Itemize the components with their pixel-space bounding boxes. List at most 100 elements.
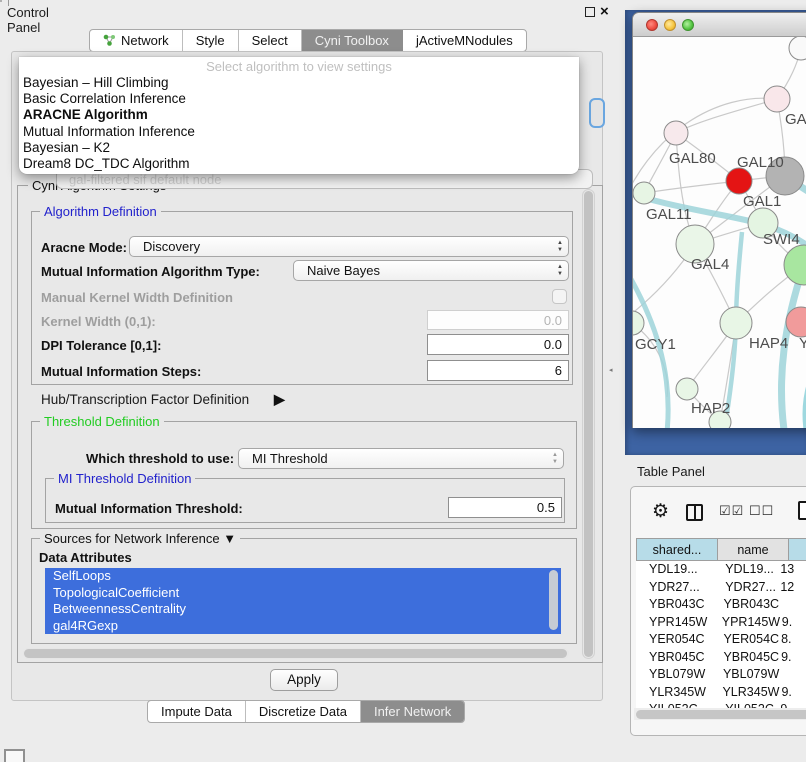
column-header-name[interactable]: name [718,538,789,561]
node-label: GAL [785,111,806,128]
table-row[interactable]: YDL19... YDL19... 13 [636,561,806,579]
network-canvas[interactable]: GAL80 GAL10 GAL11 GAL1 SWI4 GAL4 GCY1 HA… [633,37,806,428]
column-header-clipped[interactable] [789,538,806,561]
algorithm-option[interactable]: Bayesian – K2 [19,140,579,156]
column-layout-icon[interactable] [686,504,703,521]
table-body[interactable]: YDL19... YDL19... 13 YDR27... YDR27... 1… [636,561,806,708]
algorithm-option-selected[interactable]: ARACNE Algorithm [19,107,579,123]
bottom-corner-panel-icon[interactable] [4,749,25,762]
cell-shared: YDR27... [636,579,712,597]
table-row[interactable]: YPR145W YPR145W 9. [636,614,806,632]
tab-jactivemnodules[interactable]: jActiveMNodules [403,30,526,51]
node-label: HAP4 [749,335,788,352]
tab-network[interactable]: Network [90,30,183,51]
splitter-handle-icon[interactable]: ◂ [609,366,613,374]
cell-name: YDL19... [712,561,778,579]
cell-value [779,596,806,614]
node-gal11[interactable] [633,182,655,204]
dpi-tolerance-field[interactable]: 0.0 [427,334,569,355]
deselect-all-checkboxes-icon[interactable]: ☐☐ [749,503,774,519]
focused-button-sliver[interactable] [589,98,605,128]
new-table-icon[interactable] [798,501,806,520]
cell-name: YLR345W [709,684,779,702]
aracne-mode-label: Aracne Mode: [41,240,127,255]
manual-kernel-checkbox[interactable] [552,289,567,304]
table-header-row: shared... name [636,538,806,561]
kernel-width-value: 0.0 [544,313,562,328]
which-threshold-combo[interactable]: MI Threshold ▲▼ [238,448,564,469]
node-unlabeled[interactable] [789,37,806,60]
table-panel-title: Table Panel [637,464,705,479]
attribute-item[interactable]: TopologicalCoefficient [45,585,561,602]
node-hap4[interactable] [720,307,752,339]
algorithm-option[interactable]: Dream8 DC_TDC Algorithm [19,156,579,172]
tab-select[interactable]: Select [239,30,302,51]
node-label: GAL11 [646,206,692,223]
settings-vertical-scrollbar[interactable] [582,189,595,659]
table-row[interactable]: YDR27... YDR27... 12 [636,579,806,597]
table-horizontal-scrollbar[interactable] [634,708,806,720]
mi-steps-field[interactable]: 6 [427,360,569,381]
sources-collapse-icon[interactable]: ▼ [223,531,236,546]
table-row[interactable]: YER054C YER054C 8. [636,631,806,649]
node-label: GAL10 [737,154,784,171]
sources-title-text: Sources for Network Inference [44,531,220,546]
minimize-traffic-light-icon[interactable] [664,19,676,31]
hub-expand-icon[interactable]: ▶ [274,391,285,408]
data-attributes-list[interactable]: SelfLoops TopologicalCoefficient Between… [45,568,561,634]
algorithm-option[interactable]: Bayesian – Hill Climbing [19,75,579,91]
mi-threshold-field[interactable]: 0.5 [448,497,562,518]
select-all-checkboxes-icon[interactable]: ☑☑ [719,503,744,519]
tab-label: jActiveMNodules [416,33,513,48]
tab-cyni-toolbox[interactable]: Cyni Toolbox [302,30,403,51]
aracne-mode-combo[interactable]: Discovery ▲▼ [129,236,569,257]
tab-style[interactable]: Style [183,30,239,51]
tab-infer-network[interactable]: Infer Network [361,701,464,722]
node-hap2[interactable] [676,378,698,400]
tab-label: Style [196,33,225,48]
apply-button[interactable]: Apply [270,669,338,691]
node-gal80[interactable] [664,121,688,145]
tab-label: Cyni Toolbox [315,33,389,48]
attribute-item[interactable]: SelfLoops [45,568,561,585]
cell-value: 8. [779,631,806,649]
algorithm-option[interactable]: Mutual Information Inference [19,124,579,140]
tab-label: Network [121,33,169,48]
mi-type-combo[interactable]: Naive Bayes ▲▼ [293,260,569,281]
mi-threshold-definition-title: MI Threshold Definition [54,471,195,486]
kernel-width-field[interactable]: 0.0 [427,310,569,330]
close-icon[interactable]: × [600,3,609,20]
float-window-icon[interactable] [585,7,595,17]
algorithm-option[interactable]: Basic Correlation Inference [19,91,579,107]
node-gal[interactable] [764,86,790,112]
column-header-shared[interactable]: shared... [636,538,718,561]
node-red[interactable] [726,168,752,194]
node-label: GAL4 [691,256,729,273]
attribute-list-scrollbar[interactable] [549,570,558,630]
table-row[interactable]: YBR043C YBR043C [636,596,806,614]
combo-arrows-icon: ▲▼ [557,240,563,254]
settings-horizontal-scrollbar[interactable] [23,648,569,659]
cell-value: 9. [779,649,806,667]
cell-shared: YPR145W [636,614,709,632]
network-window-titlebar[interactable] [633,13,806,37]
table-row[interactable]: YLR345W YLR345W 9. [636,684,806,702]
cell-shared: YIL052C [636,701,712,708]
network-tab-icon [103,34,116,47]
zoom-traffic-light-icon[interactable] [682,19,694,31]
attribute-item[interactable]: BetweennessCentrality [45,601,561,618]
cell-name: YDR27... [712,579,778,597]
table-row[interactable]: YIL052C YIL052C 9 [636,701,806,708]
tab-discretize-data[interactable]: Discretize Data [246,701,361,722]
algorithm-dropdown-popup: Select algorithm to view settings Bayesi… [19,57,579,174]
table-row[interactable]: YBR045C YBR045C 9. [636,649,806,667]
close-traffic-light-icon[interactable] [646,19,658,31]
attribute-item[interactable]: gal4RGexp [45,618,561,635]
node-label: HAP2 [691,400,730,417]
gear-icon[interactable]: ⚙ [652,500,669,523]
cell-shared: YBR043C [636,596,710,614]
node-label: SWI4 [763,231,800,248]
node-swi4[interactable] [784,245,806,285]
tab-impute-data[interactable]: Impute Data [148,701,246,722]
table-row[interactable]: YBL079W YBL079W [636,666,806,684]
